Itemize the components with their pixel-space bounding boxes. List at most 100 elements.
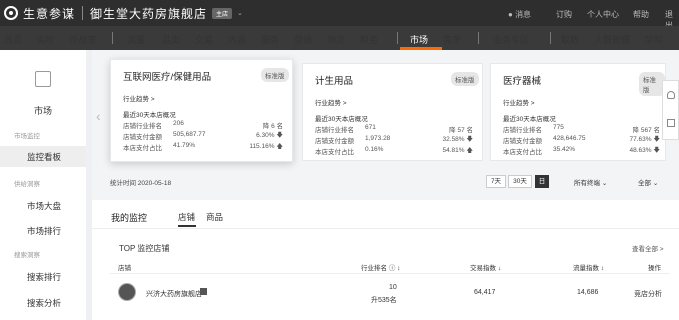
profile-link[interactable]: 个人中心 — [587, 9, 619, 20]
nav-divider — [397, 32, 398, 44]
market-icon — [35, 71, 51, 87]
nav-marketing[interactable]: 营销 — [294, 33, 312, 46]
nav-content[interactable]: 内容 — [228, 33, 246, 46]
terminal-select[interactable]: 所有终端 ⌄ — [574, 177, 607, 187]
arrow-up-icon: 🡅 — [276, 143, 283, 150]
bell-icon[interactable] — [667, 91, 675, 99]
tab-active-underline — [178, 225, 196, 227]
nav-finance[interactable]: 财务 — [360, 33, 378, 46]
brand-name: 生意参谋 — [23, 6, 76, 21]
sidebar-item-search-rank[interactable]: 搜索排行 — [27, 271, 61, 283]
card-row: 本店支付占比 0.16% 54.81% 🡅 — [315, 146, 473, 156]
range-30d-button[interactable]: 30天 — [508, 175, 532, 188]
arrow-down-icon: 🡇 — [653, 136, 660, 143]
card-summary: 最近30天本店概况 — [315, 116, 368, 123]
table-cell-shop[interactable]: 兴济大药房旗舰店 — [146, 289, 202, 299]
table-cell-traffic-index: 14,686 — [577, 289, 599, 296]
card-row: 店铺支付金额 505,687.77 6.30% 🡇 — [123, 131, 283, 141]
nav-traffic[interactable]: 流量 — [127, 33, 145, 46]
chevron-down-icon: ⌄ — [601, 180, 608, 187]
sidebar-title: 市场 — [33, 106, 52, 116]
subscribe-link[interactable]: 订购 — [556, 9, 572, 20]
col-shop: 店铺 — [118, 265, 131, 272]
industry-trend-link[interactable]: 行业趋势 > — [503, 97, 535, 107]
feedback-icon[interactable] — [667, 119, 675, 127]
table-cell-rank: 10 — [389, 284, 397, 291]
nav-divider — [478, 32, 479, 44]
nav-market[interactable]: 市场 — [410, 33, 428, 46]
nav-crowd[interactable]: 人群管理 — [594, 33, 630, 46]
competitor-analysis-link[interactable]: 竞店分析 — [634, 289, 662, 299]
edition-badge: 标准版 — [451, 72, 479, 86]
sidebar-section-monitor: 市场监控 — [14, 133, 40, 140]
industry-card[interactable]: 医疗器械 标准版 行业趋势 > 最近30天本店概况 店铺行业排名 775 降 567… — [490, 63, 666, 161]
col-action: 操作 — [648, 265, 661, 272]
industry-card[interactable]: 计生用品 标准版 行业趋势 > 最近30天本店概况 店铺行业排名 671 降 57 … — [302, 63, 483, 161]
nav-category[interactable]: 品类 — [162, 33, 180, 46]
card-row: 本店支付占比 35.42% 48.63% 🡇 — [503, 146, 660, 156]
card-row: 本店支付占比 41.79% 115.16% 🡅 — [123, 142, 283, 152]
nav-academy[interactable]: 学院 — [645, 33, 663, 46]
sort-icon: ↕ — [397, 265, 401, 272]
nav-realtime[interactable]: 实时 — [36, 33, 54, 46]
sidebar-item-search-analysis[interactable]: 搜索分析 — [27, 297, 61, 309]
sort-icon: ↕ — [600, 265, 605, 272]
col-trade-index[interactable]: 交易指数 ↓ — [470, 262, 501, 272]
logo-icon — [4, 6, 18, 20]
table-cell-rank-change: 升535名 — [371, 297, 397, 304]
nav-service[interactable]: 服务 — [261, 33, 279, 46]
tmall-icon — [200, 288, 207, 295]
table-header-divider — [110, 273, 670, 274]
chevron-left-icon[interactable]: ‹ — [96, 108, 101, 124]
industry-trend-link[interactable]: 行业趋势 > — [123, 93, 155, 103]
col-traffic-index[interactable]: 流量指数 ↕ — [573, 262, 604, 272]
card-title: 医疗器械 — [503, 76, 542, 87]
view-all-link[interactable]: 查看全部 > — [632, 243, 664, 253]
top-bar: 生意参谋 御生堂大药房旗舰店 主店 ⌄ — [0, 0, 679, 26]
card-summary: 最近30天本店概况 — [503, 116, 556, 123]
scope-select[interactable]: 全部 ⌄ — [638, 177, 658, 187]
sidebar-item-monitor-board[interactable]: 监控看板 — [0, 146, 86, 167]
floating-toolbar — [662, 80, 679, 140]
card-row: 店铺行业排名 206 降 6 名 — [123, 120, 283, 130]
top-monitor-title: TOP 监控店铺 — [119, 244, 170, 253]
industry-card[interactable]: 互联网医疗/保健用品 标准版 行业趋势 > 最近30天本店概况 店铺行业排名 20… — [110, 59, 293, 162]
card-row: 店铺支付金额 428,646.75 77.63% 🡇 — [503, 135, 660, 145]
range-day-button[interactable]: 日 — [535, 175, 549, 188]
logo[interactable]: 生意参谋 — [4, 5, 75, 22]
message-link[interactable]: ● 消息 — [508, 9, 531, 20]
nav-logistics[interactable]: 物流 — [327, 33, 345, 46]
arrow-down-icon: 🡇 — [276, 132, 283, 139]
sidebar-section-supply: 供给洞察 — [14, 181, 40, 188]
nav-war-room[interactable]: 作战室 — [69, 33, 96, 46]
card-summary: 最近30天本店概况 — [123, 112, 176, 119]
tab-shop[interactable]: 店铺 — [178, 211, 195, 223]
card-row: 店铺行业排名 671 降 57 名 — [315, 124, 473, 134]
nav-fetch-data[interactable]: 取数 — [561, 33, 579, 46]
card-row: 店铺行业排名 775 降 567 名 — [503, 124, 660, 134]
card-title: 计生用品 — [315, 76, 354, 87]
shop-badge: 主店 — [212, 7, 233, 19]
sort-down-icon: ↓ — [497, 265, 502, 272]
divider — [92, 228, 679, 229]
divider — [82, 6, 84, 20]
stat-time: 统计时间 2020-05-18 — [110, 180, 172, 187]
help-link[interactable]: 帮助 — [633, 9, 649, 20]
nav-business-zone[interactable]: 业务专区 — [493, 33, 529, 46]
nav-home[interactable]: 首页 — [4, 33, 22, 46]
nav-divider — [550, 32, 551, 44]
chevron-down-icon[interactable]: ⌄ — [237, 9, 243, 17]
nav-trade[interactable]: 交易 — [195, 33, 213, 46]
industry-trend-link[interactable]: 行业趋势 > — [315, 97, 347, 107]
sidebar-item-market-overview[interactable]: 市场大盘 — [27, 200, 61, 212]
shop-name[interactable]: 御生堂大药房旗舰店 — [90, 5, 207, 22]
monitor-title: 我的监控 — [111, 213, 148, 223]
tab-product[interactable]: 商品 — [206, 211, 223, 223]
range-7d-button[interactable]: 7天 — [486, 175, 506, 188]
card-row: 店铺支付金额 1,973.28 32.58% 🡇 — [315, 135, 473, 145]
info-icon: ⓘ — [388, 265, 396, 272]
nav-competition[interactable]: 竞争 — [443, 33, 461, 46]
col-industry-rank[interactable]: 行业排名 ⓘ ↕ — [361, 262, 400, 272]
table-cell-trade-index: 64,417 — [474, 289, 496, 296]
sidebar-item-market-rank[interactable]: 市场排行 — [27, 225, 61, 237]
